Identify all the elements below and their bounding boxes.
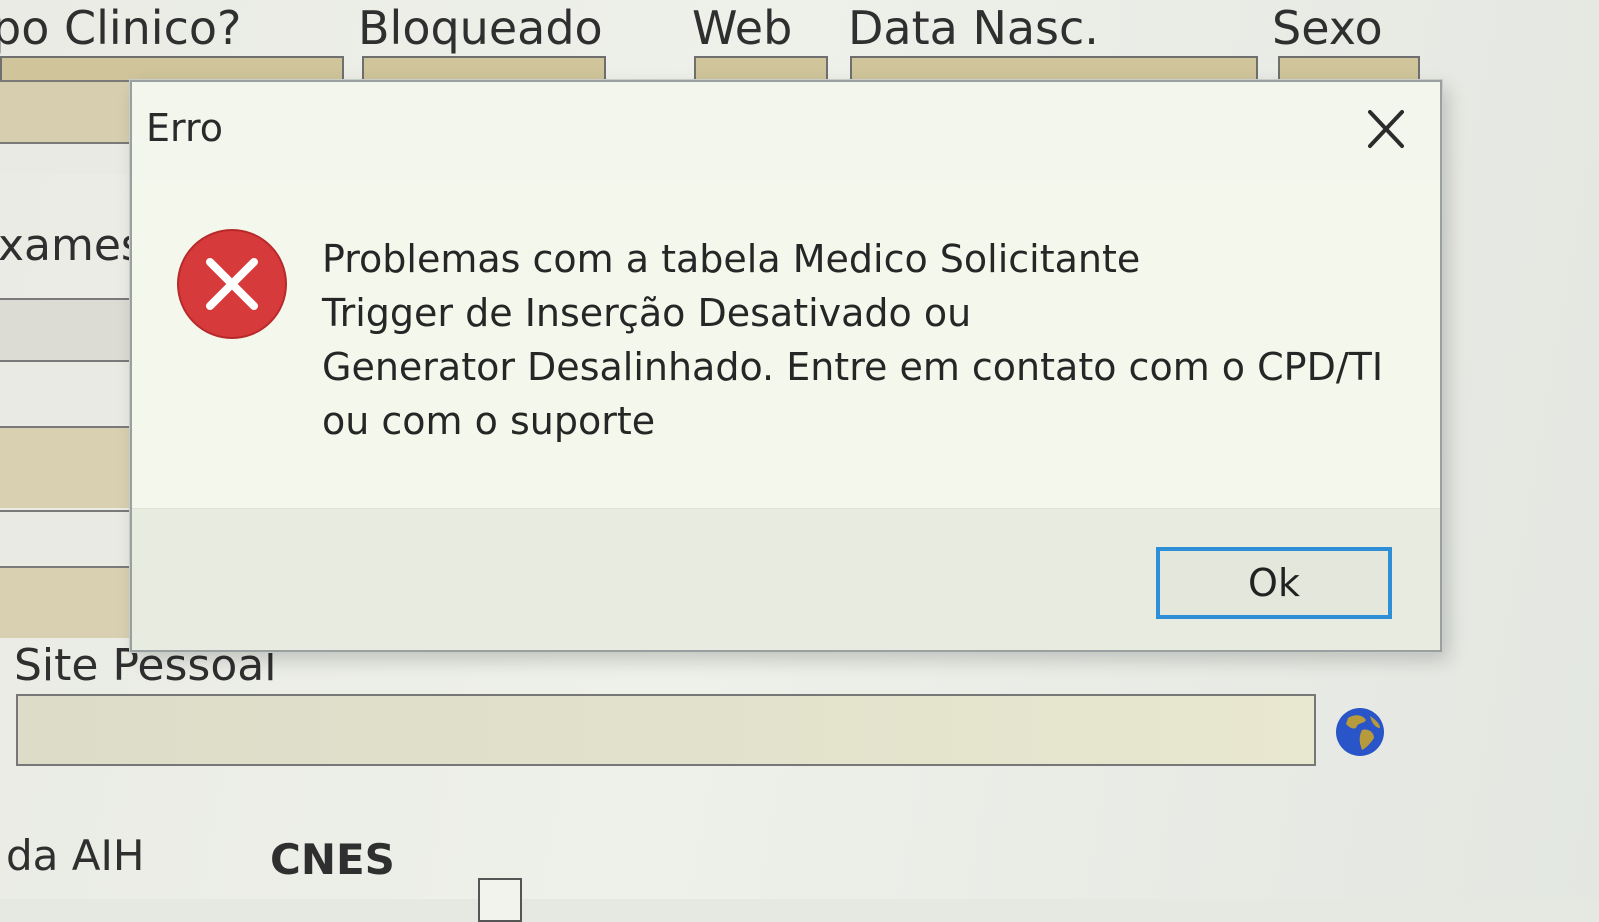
column-label-web: Web [692,1,793,55]
error-message-line: Problemas com a tabela Medico Solicitant… [322,237,1141,281]
error-message-line: Trigger de Inserção Desativado ou [322,291,972,335]
cnes-label: CNES [270,835,395,884]
column-label-bloqueado: Bloqueado [358,1,603,55]
left-field-strip[interactable] [0,298,140,360]
left-field-strip [0,142,140,174]
error-dialog: Erro Problemas com a tabela Medico Solic… [130,80,1442,652]
dialog-titlebar[interactable]: Erro [132,82,1440,178]
error-message: Problemas com a tabela Medico Solicitant… [322,232,1420,448]
dialog-footer: Ok [132,508,1440,650]
left-field-strip [0,360,140,424]
error-x-icon [176,228,288,340]
left-field-strip[interactable] [0,426,140,508]
column-label-data-nasc: Data Nasc. [848,1,1099,55]
left-field-strip[interactable] [0,566,140,638]
dialog-title: Erro [146,106,224,150]
ok-button[interactable]: Ok [1156,547,1392,619]
dialog-body: Problemas com a tabela Medico Solicitant… [132,178,1440,508]
site-pessoal-input[interactable] [16,694,1316,766]
column-label-sexo: Sexo [1272,1,1383,55]
error-message-line: ou com o suporte [322,399,656,443]
exames-label: xames [0,220,144,271]
column-label-clinico: po Clinico? [0,1,242,55]
globe-icon[interactable] [1334,706,1386,758]
aih-label: da AIH [6,831,145,880]
close-button[interactable] [1350,96,1422,164]
error-message-line: Generator Desalinhado. Entre em contato … [322,345,1384,389]
cnes-checkbox[interactable] [478,878,522,922]
left-field-strip [0,510,140,564]
close-icon [1368,110,1404,148]
left-field-strip[interactable] [0,80,140,142]
